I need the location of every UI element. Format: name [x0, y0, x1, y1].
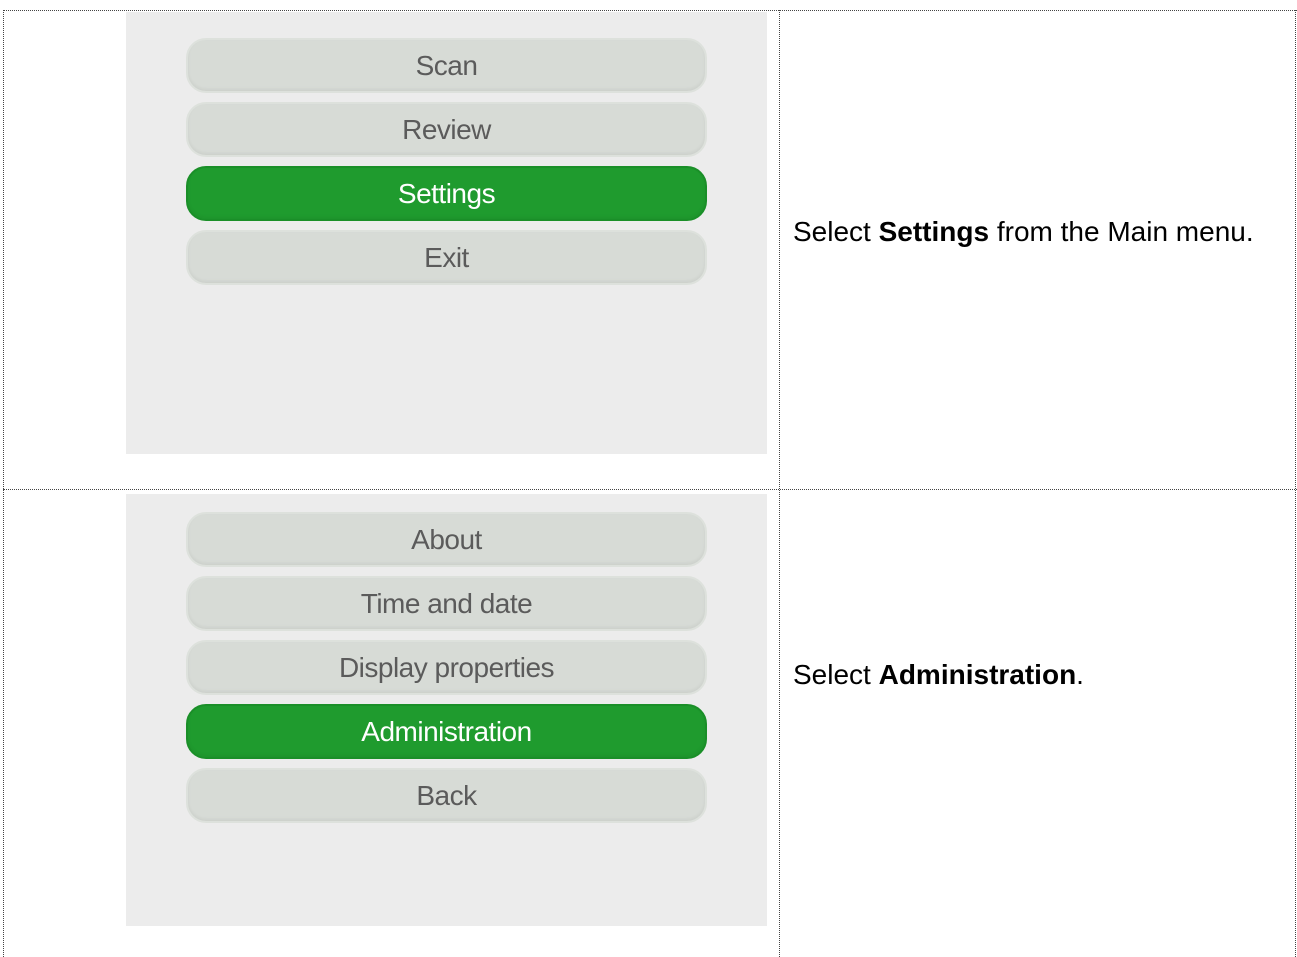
instruction-prefix: Select [793, 659, 879, 690]
menu-button-settings[interactable]: Settings [186, 166, 707, 221]
menu-button-review[interactable]: Review [186, 102, 707, 157]
table-right-border [1295, 10, 1296, 957]
menu-button-scan[interactable]: Scan [186, 38, 707, 93]
table-column-divider [779, 10, 780, 957]
menu-button-display-properties[interactable]: Display properties [186, 640, 707, 695]
menu-button-time-and-date[interactable]: Time and date [186, 576, 707, 631]
steps-table: Scan Review Settings Exit Select Setting… [0, 0, 1297, 957]
menu-button-exit[interactable]: Exit [186, 230, 707, 285]
instruction-prefix: Select [793, 216, 879, 247]
menu-button-back[interactable]: Back [186, 768, 707, 823]
step-1-instruction: Select Settings from the Main menu. [793, 215, 1263, 249]
table-left-border [3, 10, 4, 957]
instruction-suffix: . [1076, 659, 1084, 690]
menu-button-about[interactable]: About [186, 512, 707, 567]
instruction-bold: Administration [878, 659, 1077, 690]
table-row-divider [3, 489, 1297, 490]
step-2-instruction: Select Administration. [793, 658, 1263, 692]
device-screen-settings-menu: About Time and date Display properties A… [126, 494, 767, 926]
instruction-suffix: from the Main menu. [989, 216, 1254, 247]
device-screen-main-menu: Scan Review Settings Exit [126, 12, 767, 454]
table-top-border [3, 10, 1297, 11]
instruction-bold: Settings [878, 216, 990, 247]
menu-button-administration[interactable]: Administration [186, 704, 707, 759]
